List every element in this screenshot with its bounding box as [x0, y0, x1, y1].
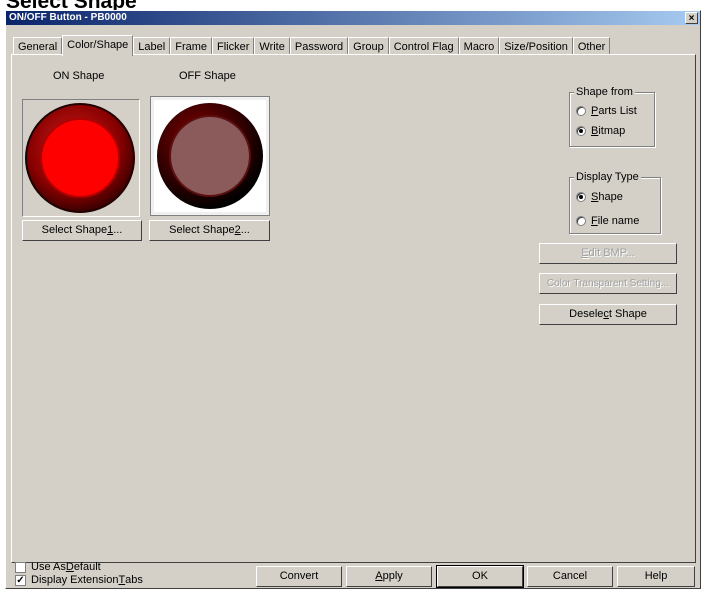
display-extension-tabs-rest: abs	[125, 574, 143, 586]
select-shape-2-ellipsis: ...	[240, 224, 250, 236]
tab-flicker[interactable]: Flicker	[212, 37, 255, 55]
display-type-group: Display Type Shape File name	[569, 171, 661, 234]
tab-control-flag[interactable]: Control Flag	[388, 37, 459, 55]
off-shape-label: OFF Shape	[179, 70, 236, 82]
tab-macro[interactable]: Macro	[458, 37, 500, 55]
window-title: ON/OFF Button - PB0000	[9, 12, 127, 23]
edit-bmp-button[interactable]: Edit BMP...	[539, 243, 677, 264]
display-extension-tabs-key: T	[118, 574, 126, 586]
file-name-radio-dot	[576, 216, 586, 226]
on-shape-preview[interactable]	[22, 99, 140, 217]
display-extension-tabs-text: Display Extension	[31, 574, 119, 586]
tab-panel: ON Shape OFF Shape Select Shape1... Sele…	[11, 54, 696, 563]
bitmap-radio[interactable]: Bitmap	[576, 125, 625, 137]
shape-radio[interactable]: Shape	[576, 191, 623, 203]
tab-size-position[interactable]: Size/Position	[499, 37, 573, 55]
use-as-default-rest: efault	[73, 561, 101, 573]
off-shape-preview[interactable]	[150, 96, 270, 216]
use-as-default-checkbox[interactable]: Use As Default	[15, 561, 101, 573]
edit-bmp-label: dit BMP...	[588, 247, 635, 259]
close-button[interactable]: ×	[685, 12, 698, 24]
use-as-default-key: D	[65, 561, 74, 573]
parts-list-label: arts List	[598, 105, 637, 117]
shape-from-group: Shape from Parts List Bitmap	[569, 86, 655, 147]
deselect-shape-rest: t Shape	[608, 308, 647, 320]
select-shape-1-ellipsis: ...	[113, 224, 123, 236]
tab-other[interactable]: Other	[572, 37, 611, 55]
tab-label[interactable]: Label	[133, 37, 171, 55]
file-name-label: ile name	[597, 215, 640, 227]
check-mark-icon: ✓	[15, 574, 26, 586]
cancel-button[interactable]: Cancel	[527, 566, 613, 587]
bitmap-label: itmap	[598, 125, 626, 137]
tab-general[interactable]: General	[13, 37, 63, 55]
convert-button[interactable]: Convert	[256, 566, 342, 587]
off-lamp-icon	[157, 103, 263, 209]
file-name-radio[interactable]: File name	[576, 215, 639, 227]
deselect-shape-button[interactable]: Deselect Shape	[539, 304, 677, 325]
tab-group[interactable]: Group	[348, 37, 389, 55]
select-shape-2-button[interactable]: Select Shape2...	[149, 220, 270, 241]
help-button[interactable]: Help	[617, 566, 695, 587]
shape-radio-dot	[576, 192, 586, 202]
color-transparent-button[interactable]: Color Transparent Setting...	[539, 273, 677, 294]
dialog-window: ON/OFF Button - PB0000 × General Color/S…	[5, 10, 701, 589]
apply-button[interactable]: Apply	[346, 566, 432, 587]
on-shape-label: ON Shape	[53, 70, 105, 82]
parts-list-radio-dot	[576, 106, 586, 116]
tab-strip: General Color/Shape Label Frame Flicker …	[13, 35, 611, 56]
bitmap-key: B	[591, 125, 599, 137]
use-as-default-box	[15, 561, 26, 573]
apply-key: A	[375, 570, 383, 582]
shape-from-title: Shape from	[574, 86, 635, 98]
apply-label: pply	[382, 570, 403, 582]
bitmap-radio-dot	[576, 126, 586, 136]
shape-key: S	[591, 191, 599, 203]
tab-color-shape[interactable]: Color/Shape	[62, 35, 134, 56]
parts-list-key: P	[591, 105, 599, 117]
tab-frame[interactable]: Frame	[170, 37, 212, 55]
select-shape-1-button[interactable]: Select Shape1...	[22, 220, 142, 241]
use-as-default-text: Use As	[31, 561, 66, 573]
deselect-shape-text: Desele	[569, 308, 604, 320]
edit-bmp-key: E	[581, 247, 589, 259]
select-shape-2-text: Select Shape	[169, 224, 235, 236]
tab-write[interactable]: Write	[254, 37, 290, 55]
select-shape-1-text: Select Shape	[41, 224, 108, 236]
file-name-key: F	[591, 215, 598, 227]
title-bar[interactable]: ON/OFF Button - PB0000 ×	[6, 11, 700, 25]
shape-label: hape	[598, 191, 623, 203]
on-lamp-icon	[25, 103, 135, 213]
tab-password[interactable]: Password	[289, 37, 349, 55]
parts-list-radio[interactable]: Parts List	[576, 105, 637, 117]
display-type-title: Display Type	[574, 171, 641, 183]
display-extension-tabs-checkbox[interactable]: ✓ Display Extension Tabs	[15, 574, 143, 586]
ok-button[interactable]: OK	[436, 565, 524, 588]
